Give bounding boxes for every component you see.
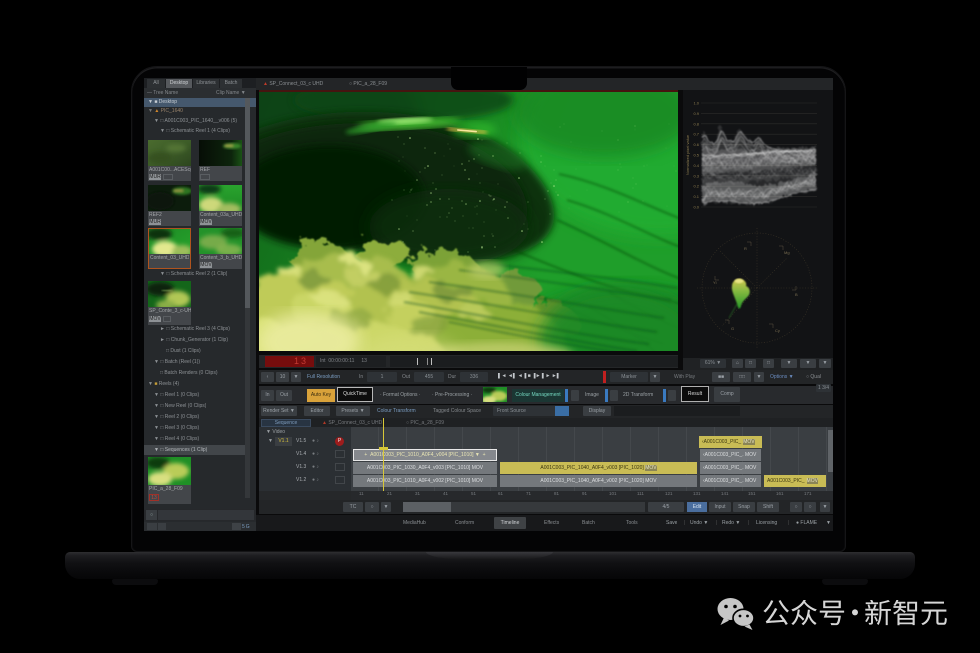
svg-text:0.2: 0.2 — [693, 184, 699, 189]
svg-text:Normalized pixel value: Normalized pixel value — [685, 134, 690, 175]
svg-text:B: B — [795, 292, 798, 297]
svg-text:0.3: 0.3 — [693, 173, 699, 178]
svg-text:0.0: 0.0 — [693, 205, 699, 210]
svg-text:G: G — [731, 326, 734, 331]
svg-text:0.7: 0.7 — [693, 132, 699, 137]
svg-text:0.8: 0.8 — [693, 121, 699, 126]
svg-text:Mg: Mg — [784, 250, 790, 255]
svg-text:0.5: 0.5 — [693, 153, 699, 158]
svg-text:0.4: 0.4 — [693, 163, 699, 168]
svg-text:R: R — [744, 246, 747, 251]
svg-text:1.0: 1.0 — [693, 101, 699, 106]
svg-text:Cy: Cy — [775, 328, 780, 333]
svg-text:Yl: Yl — [713, 280, 717, 285]
svg-text:0.6: 0.6 — [693, 142, 699, 147]
svg-text:0.9: 0.9 — [693, 111, 699, 116]
svg-text:0.1: 0.1 — [693, 194, 699, 199]
